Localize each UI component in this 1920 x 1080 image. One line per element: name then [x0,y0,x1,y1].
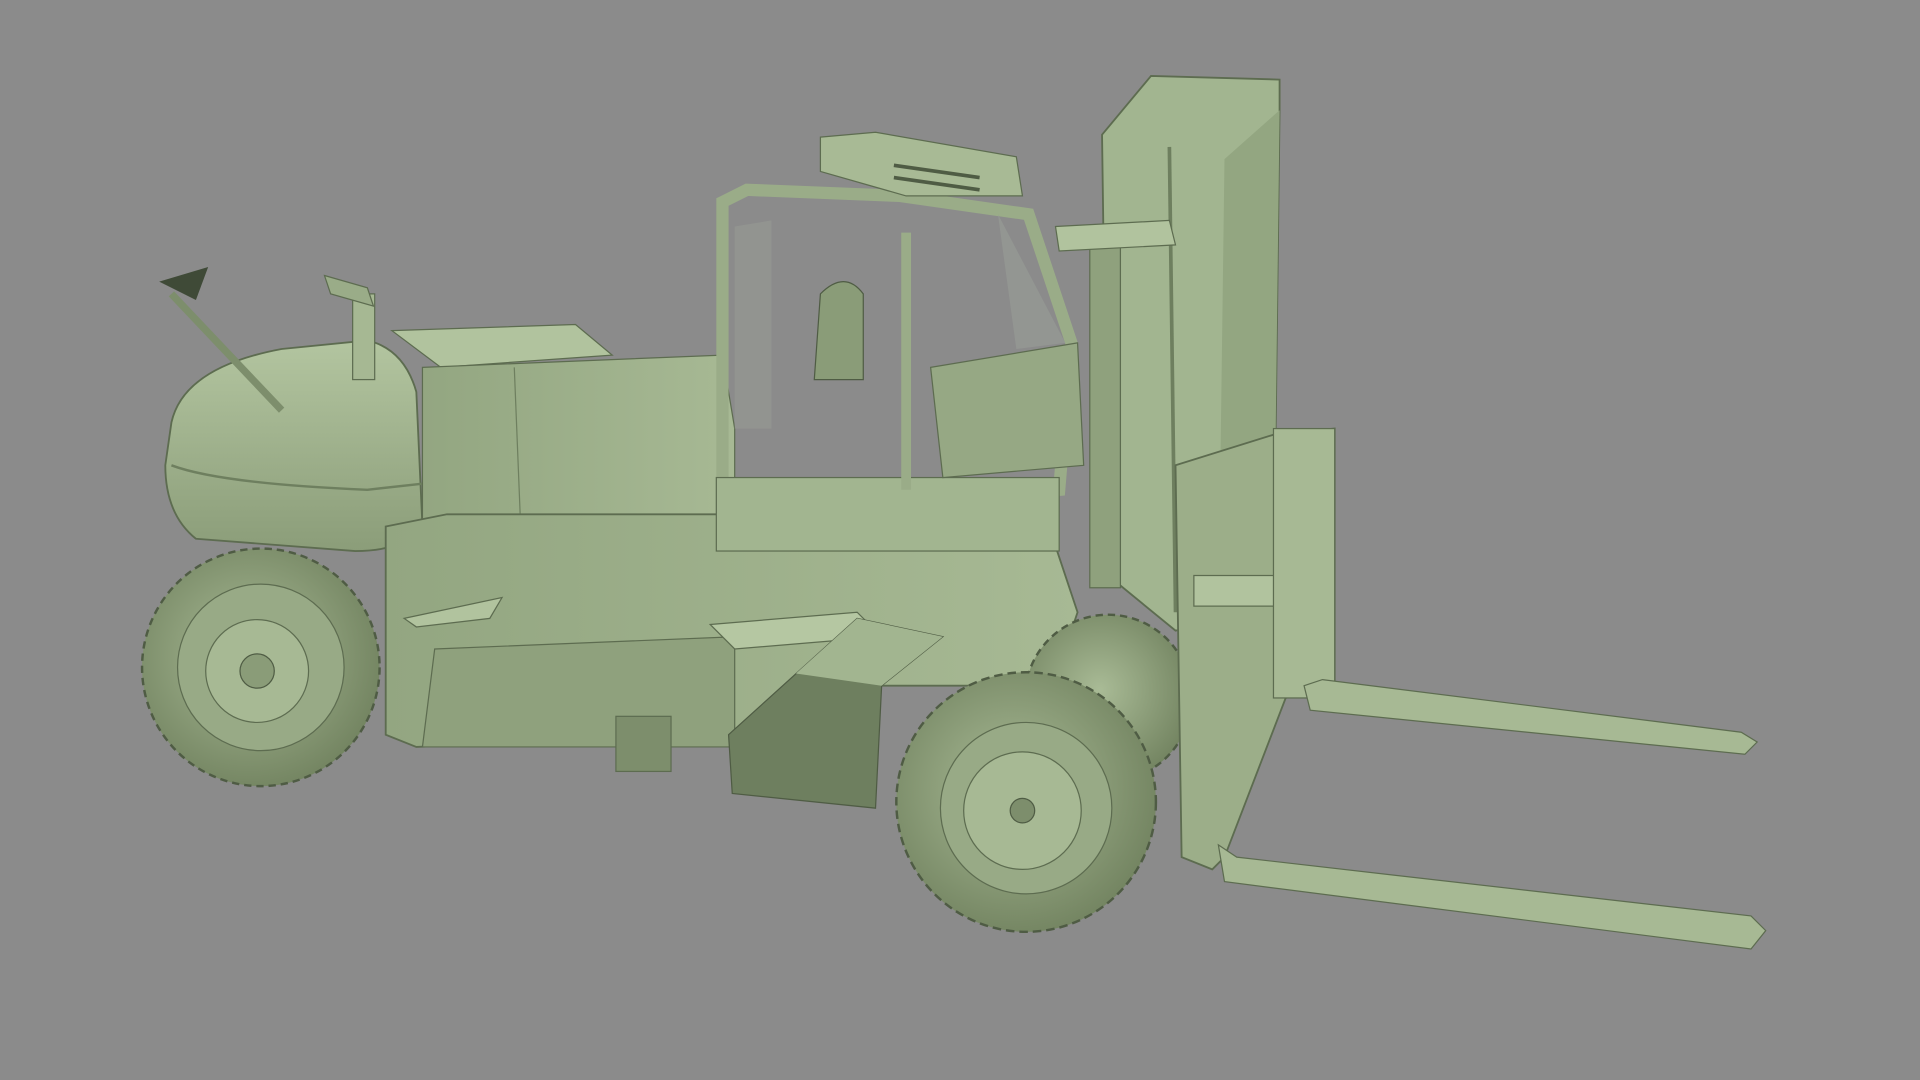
operator-cab [715,183,1085,552]
forklift-model [140,74,1767,950]
rear-wheel [140,547,381,788]
fork-carriage [1174,427,1336,871]
upper-fork [1303,678,1759,755]
front-wheel [895,671,1158,934]
3d-viewport[interactable] [0,0,1920,1080]
rear-counterweight [164,339,424,552]
engine-hood [390,323,736,528]
cab-roof [819,131,1024,197]
lower-fork [1217,843,1767,950]
